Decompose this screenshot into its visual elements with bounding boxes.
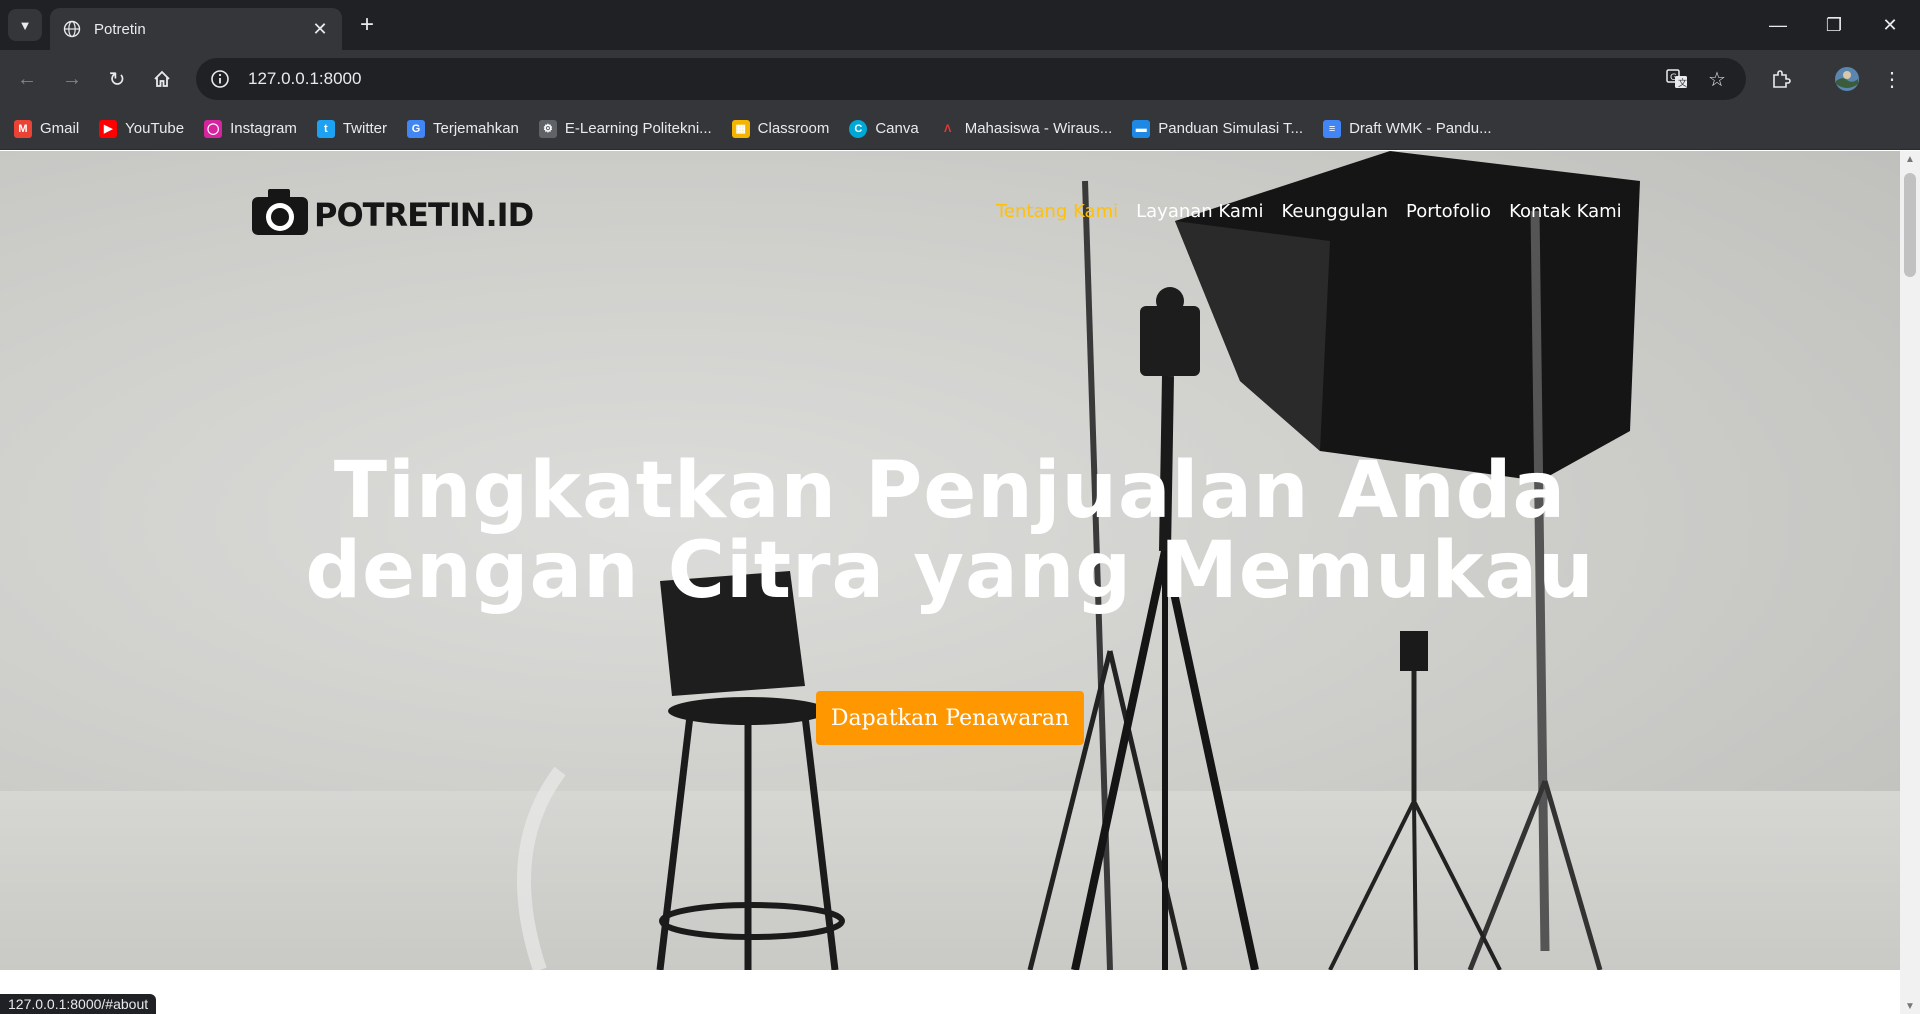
site-navigation: Tentang Kami Layanan Kami Keunggulan Por… bbox=[996, 201, 1640, 222]
address-bar[interactable]: 127.0.0.1:8000 bbox=[196, 58, 1746, 100]
translate-page-icon[interactable]: G文 bbox=[1660, 62, 1694, 96]
bookmark-star-icon[interactable]: ☆ bbox=[1700, 62, 1734, 96]
chevron-down-icon: ▼ bbox=[18, 17, 32, 33]
browser-toolbar: ← → ↻ 127.0.0.1:8000 G文 ☆ ⋮ bbox=[0, 50, 1920, 108]
bookmark-elearning[interactable]: ⚙ E-Learning Politekni... bbox=[538, 119, 712, 138]
forward-button[interactable]: → bbox=[55, 62, 89, 96]
status-bar-url: 127.0.0.1:8000/#about bbox=[0, 994, 157, 1014]
scroll-up-icon[interactable]: ▲ bbox=[1900, 151, 1920, 167]
reload-button[interactable]: ↻ bbox=[100, 62, 134, 96]
bookmark-gmail[interactable]: M Gmail bbox=[14, 119, 79, 138]
twitter-icon: t bbox=[316, 119, 335, 138]
scrollbar-thumb[interactable] bbox=[1904, 173, 1916, 277]
bookmark-youtube[interactable]: ▶ YouTube bbox=[99, 119, 184, 138]
gmail-icon: M bbox=[14, 119, 32, 138]
canva-icon: C bbox=[849, 119, 868, 138]
camera-logo-icon bbox=[252, 189, 308, 235]
menu-kebab-icon[interactable]: ⋮ bbox=[1875, 62, 1909, 96]
docs-icon: ≡ bbox=[1323, 119, 1342, 138]
nav-keunggulan[interactable]: Keunggulan bbox=[1282, 201, 1389, 222]
hero-headline-line-1: Tingkatkan Penjualan Anda bbox=[333, 446, 1567, 536]
globe-icon bbox=[62, 19, 82, 39]
scroll-down-icon[interactable]: ▼ bbox=[1900, 998, 1920, 1014]
new-tab-button[interactable]: + bbox=[352, 10, 382, 40]
hero-headline-line-2: dengan Citra yang Memukau bbox=[305, 526, 1595, 616]
url-text: 127.0.0.1:8000 bbox=[248, 69, 362, 88]
mahasiswa-icon: Λ bbox=[944, 122, 952, 135]
bookmark-panduan[interactable]: ▬ Panduan Simulasi T... bbox=[1132, 119, 1303, 138]
tab-potretin[interactable]: Potretin ✕ bbox=[50, 8, 342, 50]
elearning-icon: ⚙ bbox=[538, 119, 557, 138]
restore-button[interactable]: ❐ bbox=[1806, 0, 1862, 50]
bookmark-draft-wmk[interactable]: ≡ Draft WMK - Pandu... bbox=[1323, 119, 1492, 138]
bookmarks-bar: M Gmail ▶ YouTube ◯ Instagram t Twitter G Ter… bbox=[0, 108, 1920, 150]
svg-text:文: 文 bbox=[1678, 77, 1687, 89]
panduan-icon: ▬ bbox=[1132, 119, 1151, 138]
nav-kontak-kami[interactable]: Kontak Kami bbox=[1509, 201, 1622, 222]
youtube-icon: ▶ bbox=[99, 119, 118, 138]
home-button[interactable] bbox=[145, 62, 179, 96]
close-tab-icon[interactable]: ✕ bbox=[310, 19, 330, 39]
home-icon bbox=[154, 70, 170, 87]
extensions-icon[interactable] bbox=[1764, 62, 1798, 96]
close-window-button[interactable]: ✕ bbox=[1862, 0, 1918, 50]
translate-icon: G bbox=[407, 119, 426, 138]
nav-tentang-kami[interactable]: Tentang Kami bbox=[996, 201, 1118, 222]
page-scrollbar[interactable]: ▲ ▼ bbox=[1900, 151, 1920, 1014]
profile-avatar[interactable] bbox=[1830, 62, 1864, 96]
bookmark-classroom[interactable]: ▦ Classroom bbox=[731, 119, 829, 138]
tab-search-button[interactable]: ▼ bbox=[8, 9, 42, 41]
hero-headline: Tingkatkan Penjualan Anda dengan Citra y… bbox=[0, 451, 1900, 611]
back-button[interactable]: ← bbox=[10, 62, 44, 96]
bookmark-twitter[interactable]: t Twitter bbox=[316, 119, 387, 138]
nav-portofolio[interactable]: Portofolio bbox=[1406, 201, 1491, 222]
minimize-button[interactable]: — bbox=[1750, 0, 1806, 50]
site-logo[interactable]: POTRETIN.ID bbox=[250, 187, 534, 243]
instagram-icon: ◯ bbox=[204, 119, 223, 138]
classroom-icon: ▦ bbox=[731, 119, 750, 138]
hero-section: POTRETIN.ID Tentang Kami Layanan Kami Ke… bbox=[0, 151, 1900, 970]
page-viewport: POTRETIN.ID Tentang Kami Layanan Kami Ke… bbox=[0, 151, 1900, 1014]
get-offer-button[interactable]: Dapatkan Penawaran bbox=[816, 691, 1084, 745]
tab-strip: ▼ Potretin ✕ + — ❐ ✕ bbox=[0, 0, 1920, 50]
nav-layanan-kami[interactable]: Layanan Kami bbox=[1136, 201, 1263, 222]
bookmark-mahasiswa[interactable]: Λ Mahasiswa - Wiraus... bbox=[939, 120, 1112, 138]
tab-title: Potretin bbox=[94, 20, 146, 38]
bookmark-canva[interactable]: C Canva bbox=[849, 119, 919, 138]
logo-wordmark: POTRETIN.ID bbox=[314, 196, 534, 234]
bookmark-terjemahkan[interactable]: G Terjemahkan bbox=[407, 119, 519, 138]
bookmark-instagram[interactable]: ◯ Instagram bbox=[204, 119, 297, 138]
site-info-icon[interactable] bbox=[206, 65, 234, 93]
